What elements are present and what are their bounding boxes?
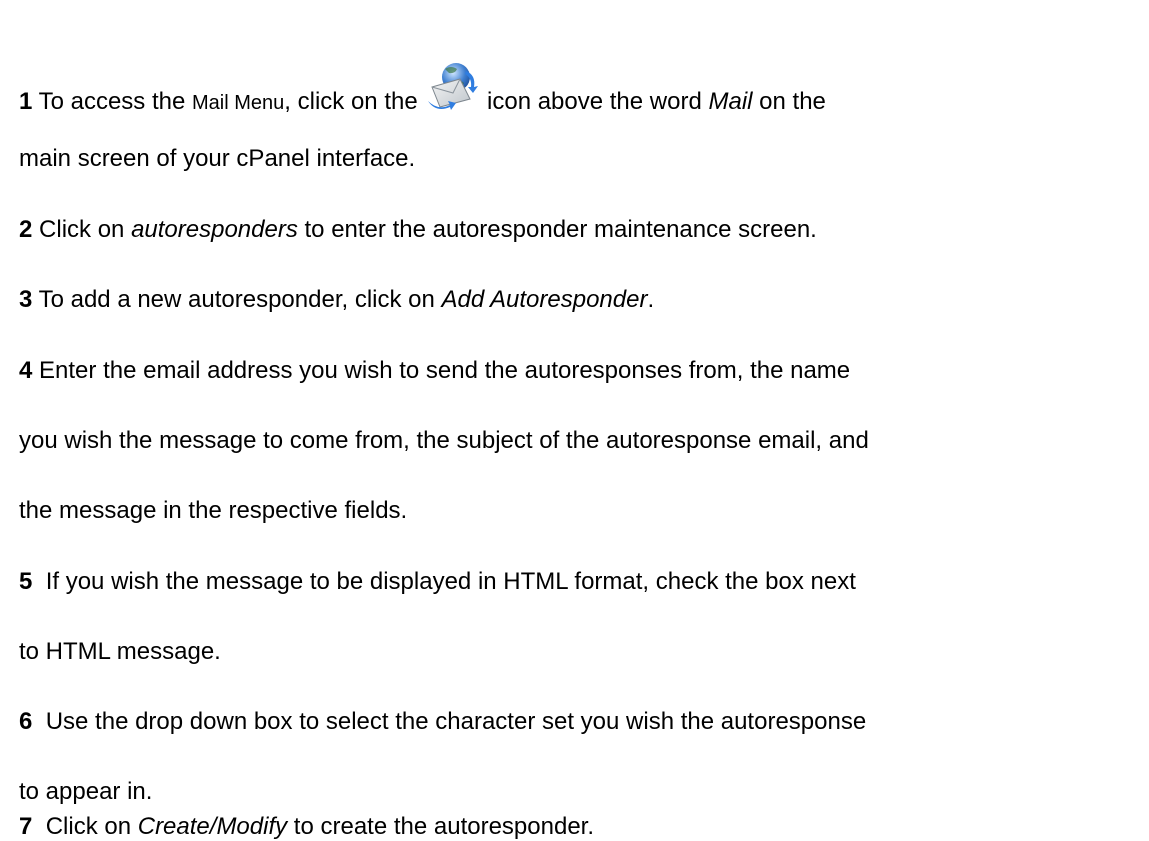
step-text: Click on (32, 813, 138, 840)
step-4-line-2: you wish the message to come from, the s… (19, 427, 869, 454)
step-text: Click on (32, 216, 132, 243)
step-1-line-2: main screen of your cPanel interface. (19, 145, 416, 172)
step-text: Use the drop down box to select the char… (45, 708, 867, 735)
step-2-line-1: 2 Click on autoresponders to enter the a… (19, 216, 817, 244)
step-text: . (647, 286, 655, 313)
step-number: 7 (19, 813, 33, 840)
autoresponders-link-text: autoresponders (131, 216, 298, 243)
step-text: to create the autoresponder. (287, 813, 595, 840)
step-text: Enter the email address you wish to send… (39, 357, 851, 384)
step-6-line-2: to appear in. (19, 778, 153, 805)
step-6-line-1: 6 Use the drop down box to select the ch… (19, 708, 866, 736)
step-3-line-1: 3 To add a new autoresponder, click on A… (19, 286, 654, 314)
step-5-line-1: 5 If you wish the message to be displaye… (19, 568, 856, 596)
step-text: on the (752, 88, 826, 115)
step-number: 1 (19, 88, 33, 115)
step-text: To add a new autoresponder, click on (32, 286, 442, 313)
step-4-line-3: the message in the respective fields. (19, 497, 408, 524)
step-text: icon above the word (480, 88, 709, 115)
step-text: , click on the (284, 88, 425, 115)
step-number: 3 (19, 286, 33, 313)
add-autoresponder-text: Add Autoresponder (441, 286, 648, 313)
step-7-line-1: 7 Click on Create/Modify to create the a… (19, 814, 594, 840)
step-5-line-2: to HTML message. (19, 638, 221, 665)
step-4-line-1: 4 Enter the email address you wish to se… (19, 357, 850, 385)
step-1-line-1: 1 To access the Mail Menu, click on the … (19, 63, 826, 123)
step-text: If you wish the message to be displayed … (45, 568, 856, 595)
mail-icon (426, 63, 479, 123)
document: 1 To access the Mail Menu, click on the … (0, 0, 1149, 841)
step-number: 2 (19, 216, 33, 243)
step-number: 4 (19, 357, 33, 384)
step-text: To access the (32, 88, 193, 115)
step-text: to enter the autoresponder maintenance s… (297, 216, 817, 243)
mail-menu-label: Mail Menu (192, 92, 285, 114)
mail-word: Mail (708, 88, 753, 115)
create-modify-text: Create/Modify (137, 813, 288, 840)
step-number: 5 (19, 568, 33, 595)
step-number: 6 (19, 708, 33, 735)
